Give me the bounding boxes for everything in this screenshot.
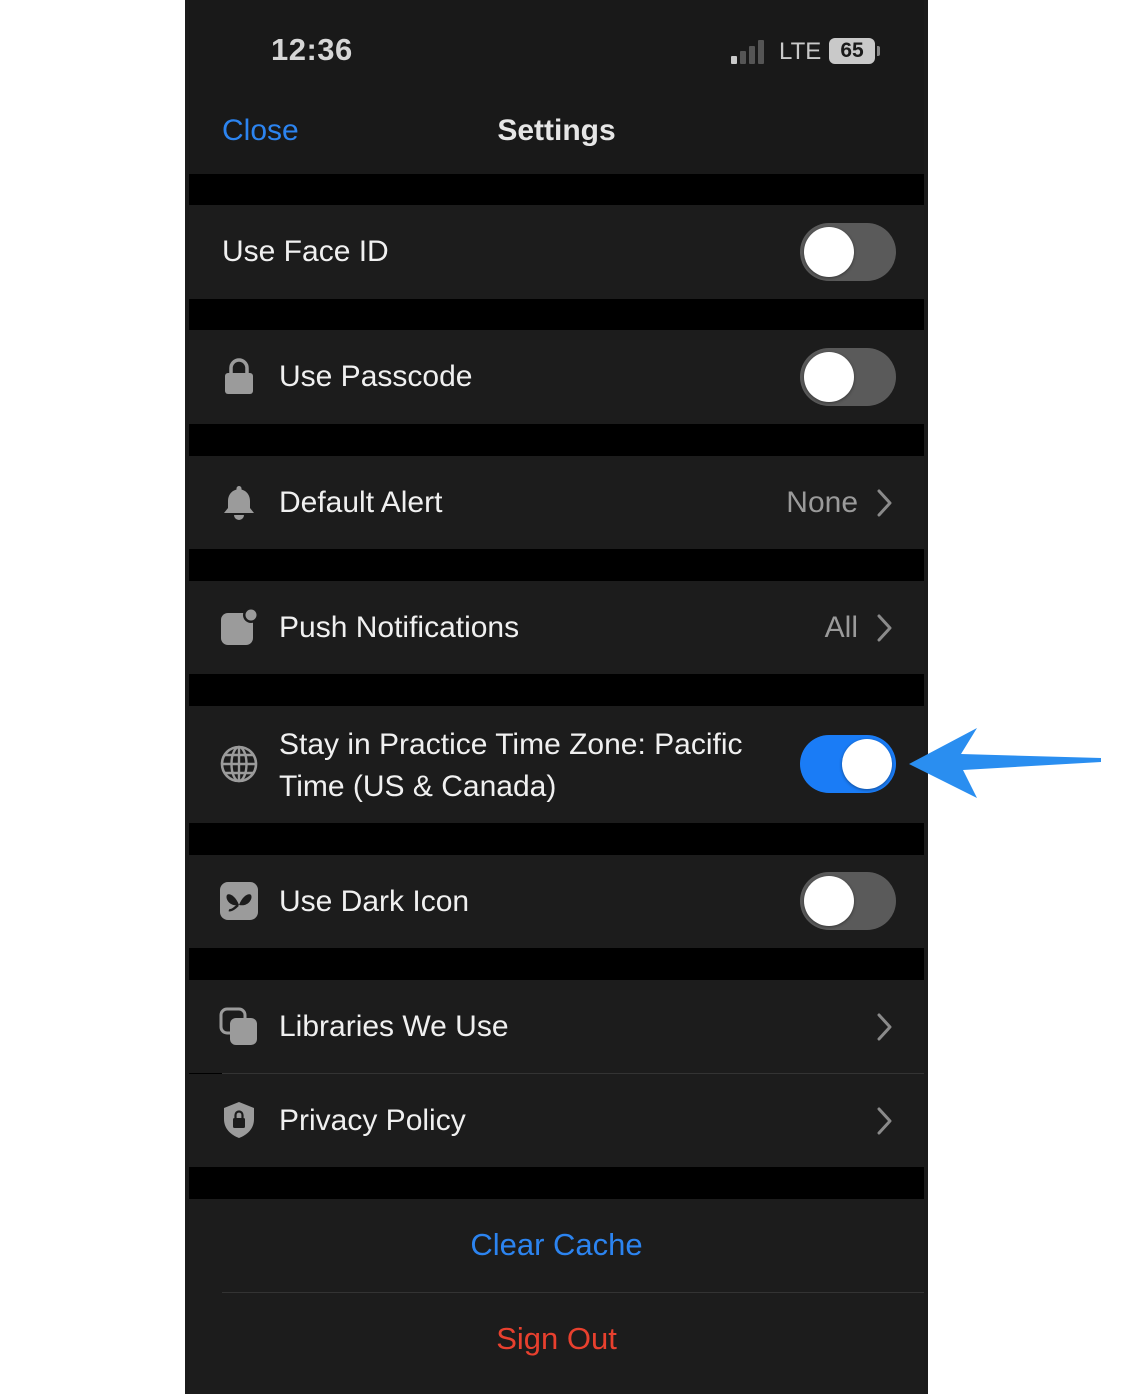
chevron-right-icon [877,1107,892,1135]
passcode-toggle[interactable] [800,348,896,406]
phone-screen: 12:36 LTE 65 Close Settings Use Face ID … [185,0,928,1394]
shield-lock-icon [224,1102,254,1138]
chevron-right-icon [877,489,892,517]
default-alert-label: Default Alert [279,486,443,519]
actions-group: Clear Cache Sign Out [189,1199,924,1394]
practice-time-zone-row: Stay in Practice Time Zone: Pacific Time… [189,706,924,823]
push-notifications-label: Push Notifications [279,611,520,644]
libraries-label: Libraries We Use [279,1010,509,1043]
default-alert-row[interactable]: Default Alert None [189,456,924,549]
privacy-policy-label: Privacy Policy [279,1104,466,1137]
passcode-label: Use Passcode [279,360,473,393]
dark-icon-label: Use Dark Icon [279,885,470,918]
face-id-toggle[interactable] [800,223,896,281]
face-id-label: Use Face ID [222,235,389,268]
navigation-bar: Close Settings [189,100,924,174]
practice-time-zone-label-line1: Stay in Practice Time Zone: Pacific [279,728,743,761]
push-notifications-row[interactable]: Push Notifications All [189,581,924,674]
practice-time-zone-toggle[interactable] [800,735,896,793]
clear-cache-button[interactable]: Clear Cache [189,1227,924,1263]
face-id-row: Use Face ID [189,205,924,299]
notification-badge-icon [221,607,259,645]
battery-icon: 65 [829,38,875,64]
chevron-right-icon [877,614,892,642]
sign-out-button[interactable]: Sign Out [189,1321,924,1357]
row-divider [222,1292,924,1293]
dark-icon-row: Use Dark Icon [189,855,924,948]
signal-strength-icon [731,38,773,64]
passcode-row: Use Passcode [189,330,924,424]
stacked-squares-icon [219,1007,257,1045]
network-type: LTE [779,38,822,65]
bell-icon [224,486,254,520]
battery-tip [877,46,880,56]
chevron-right-icon [877,1013,892,1041]
lock-icon [225,358,253,394]
globe-icon [220,745,258,783]
default-alert-value: None [786,486,858,519]
annotation-arrow [909,728,1101,798]
status-bar: 12:36 LTE 65 [189,0,924,100]
status-time: 12:36 [271,32,353,67]
push-notifications-value: All [824,611,858,644]
libraries-row[interactable]: Libraries We Use [189,980,924,1073]
page-title: Settings [497,114,616,147]
practice-time-zone-label-line2: Time (US & Canada) [279,770,557,803]
butterfly-app-icon [220,882,258,920]
privacy-policy-row[interactable]: Privacy Policy [189,1074,924,1167]
dark-icon-toggle[interactable] [800,872,896,930]
